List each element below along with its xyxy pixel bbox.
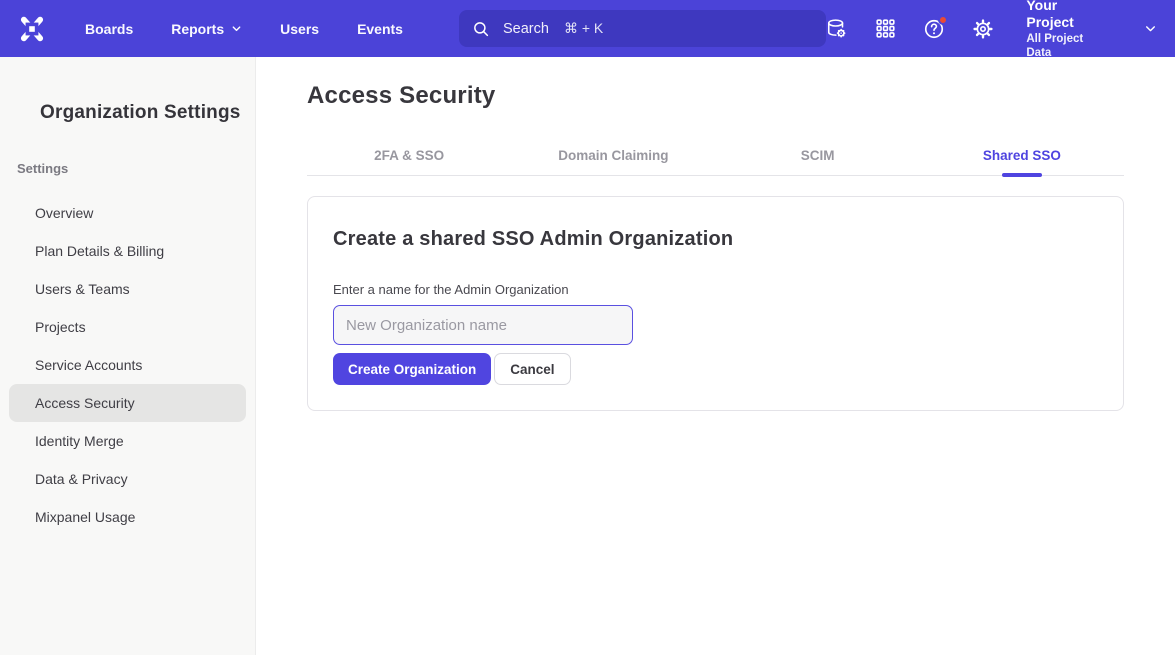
tab-scim[interactable]: SCIM [716,148,920,175]
search-icon [472,20,490,38]
tab-label: SCIM [801,148,835,163]
navbar-actions: Your Project All Project Data [826,0,1157,60]
create-organization-button[interactable]: Create Organization [333,353,491,385]
card-actions: Create Organization Cancel [333,353,1098,385]
tab-2fa-sso[interactable]: 2FA & SSO [307,148,511,175]
sidebar-item-label: Plan Details & Billing [35,243,164,259]
sidebar-item-data-privacy[interactable]: Data & Privacy [9,460,246,498]
sidebar-item-users-teams[interactable]: Users & Teams [9,270,246,308]
search-placeholder: Search [503,21,549,37]
chevron-down-icon [231,23,242,34]
card-title: Create a shared SSO Admin Organization [333,228,1098,251]
settings-sidebar: Organization Settings Settings Overview … [0,57,256,655]
primary-nav: Boards Reports Users Events [85,21,403,37]
create-shared-sso-card: Create a shared SSO Admin Organization E… [307,196,1124,411]
sidebar-item-mixpanel-usage[interactable]: Mixpanel Usage [9,498,246,536]
nav-item-label: Reports [171,21,224,37]
mixpanel-logo-icon[interactable] [18,15,46,43]
access-security-tabs: 2FA & SSO Domain Claiming SCIM Shared SS… [307,148,1124,176]
page-title: Access Security [307,84,1124,108]
notification-dot [938,15,948,25]
tab-domain-claiming[interactable]: Domain Claiming [511,148,715,175]
nav-item-users[interactable]: Users [280,21,319,37]
tab-shared-sso[interactable]: Shared SSO [920,148,1124,175]
sidebar-items: Overview Plan Details & Billing Users & … [0,194,255,536]
tab-label: Shared SSO [983,148,1061,163]
sidebar-item-label: Overview [35,205,93,221]
sidebar-item-label: Service Accounts [35,357,142,373]
sidebar-item-label: Access Security [35,395,135,411]
sidebar-section-label: Settings [17,161,255,176]
sidebar-item-service-accounts[interactable]: Service Accounts [9,346,246,384]
search-shortcut: ⌘ + K [564,20,603,37]
active-tab-underline [1002,173,1042,177]
cancel-button[interactable]: Cancel [494,353,570,385]
global-search-input[interactable]: Search ⌘ + K [459,10,826,47]
org-name-input[interactable] [333,305,633,345]
tab-label: 2FA & SSO [374,148,444,163]
project-switcher[interactable]: Your Project All Project Data [1026,0,1105,60]
sidebar-item-identity-merge[interactable]: Identity Merge [9,422,246,460]
settings-gear-icon[interactable] [972,18,994,40]
nav-item-label: Boards [85,21,133,37]
sidebar-item-label: Mixpanel Usage [35,509,135,525]
sidebar-item-label: Users & Teams [35,281,130,297]
help-icon[interactable] [923,18,945,40]
nav-item-events[interactable]: Events [357,21,403,37]
sidebar-item-label: Data & Privacy [35,471,128,487]
main-content: Access Security 2FA & SSO Domain Claimin… [256,57,1175,655]
sidebar-item-projects[interactable]: Projects [9,308,246,346]
nav-item-label: Events [357,21,403,37]
project-name: Your Project [1026,0,1105,32]
nav-item-boards[interactable]: Boards [85,21,133,37]
sidebar-title: Organization Settings [40,102,255,124]
project-chevron-down-icon[interactable] [1144,22,1157,35]
top-navbar: Boards Reports Users Events Search ⌘ + K [0,0,1175,57]
sidebar-item-label: Identity Merge [35,433,124,449]
sidebar-item-label: Projects [35,319,86,335]
apps-grid-icon[interactable] [875,18,896,40]
nav-item-reports[interactable]: Reports [171,21,242,37]
org-name-label: Enter a name for the Admin Organization [333,282,1098,297]
tab-label: Domain Claiming [558,148,668,163]
sidebar-item-overview[interactable]: Overview [9,194,246,232]
sidebar-item-access-security[interactable]: Access Security [9,384,246,422]
sidebar-item-plan-details-billing[interactable]: Plan Details & Billing [9,232,246,270]
data-management-icon[interactable] [826,18,848,40]
nav-item-label: Users [280,21,319,37]
